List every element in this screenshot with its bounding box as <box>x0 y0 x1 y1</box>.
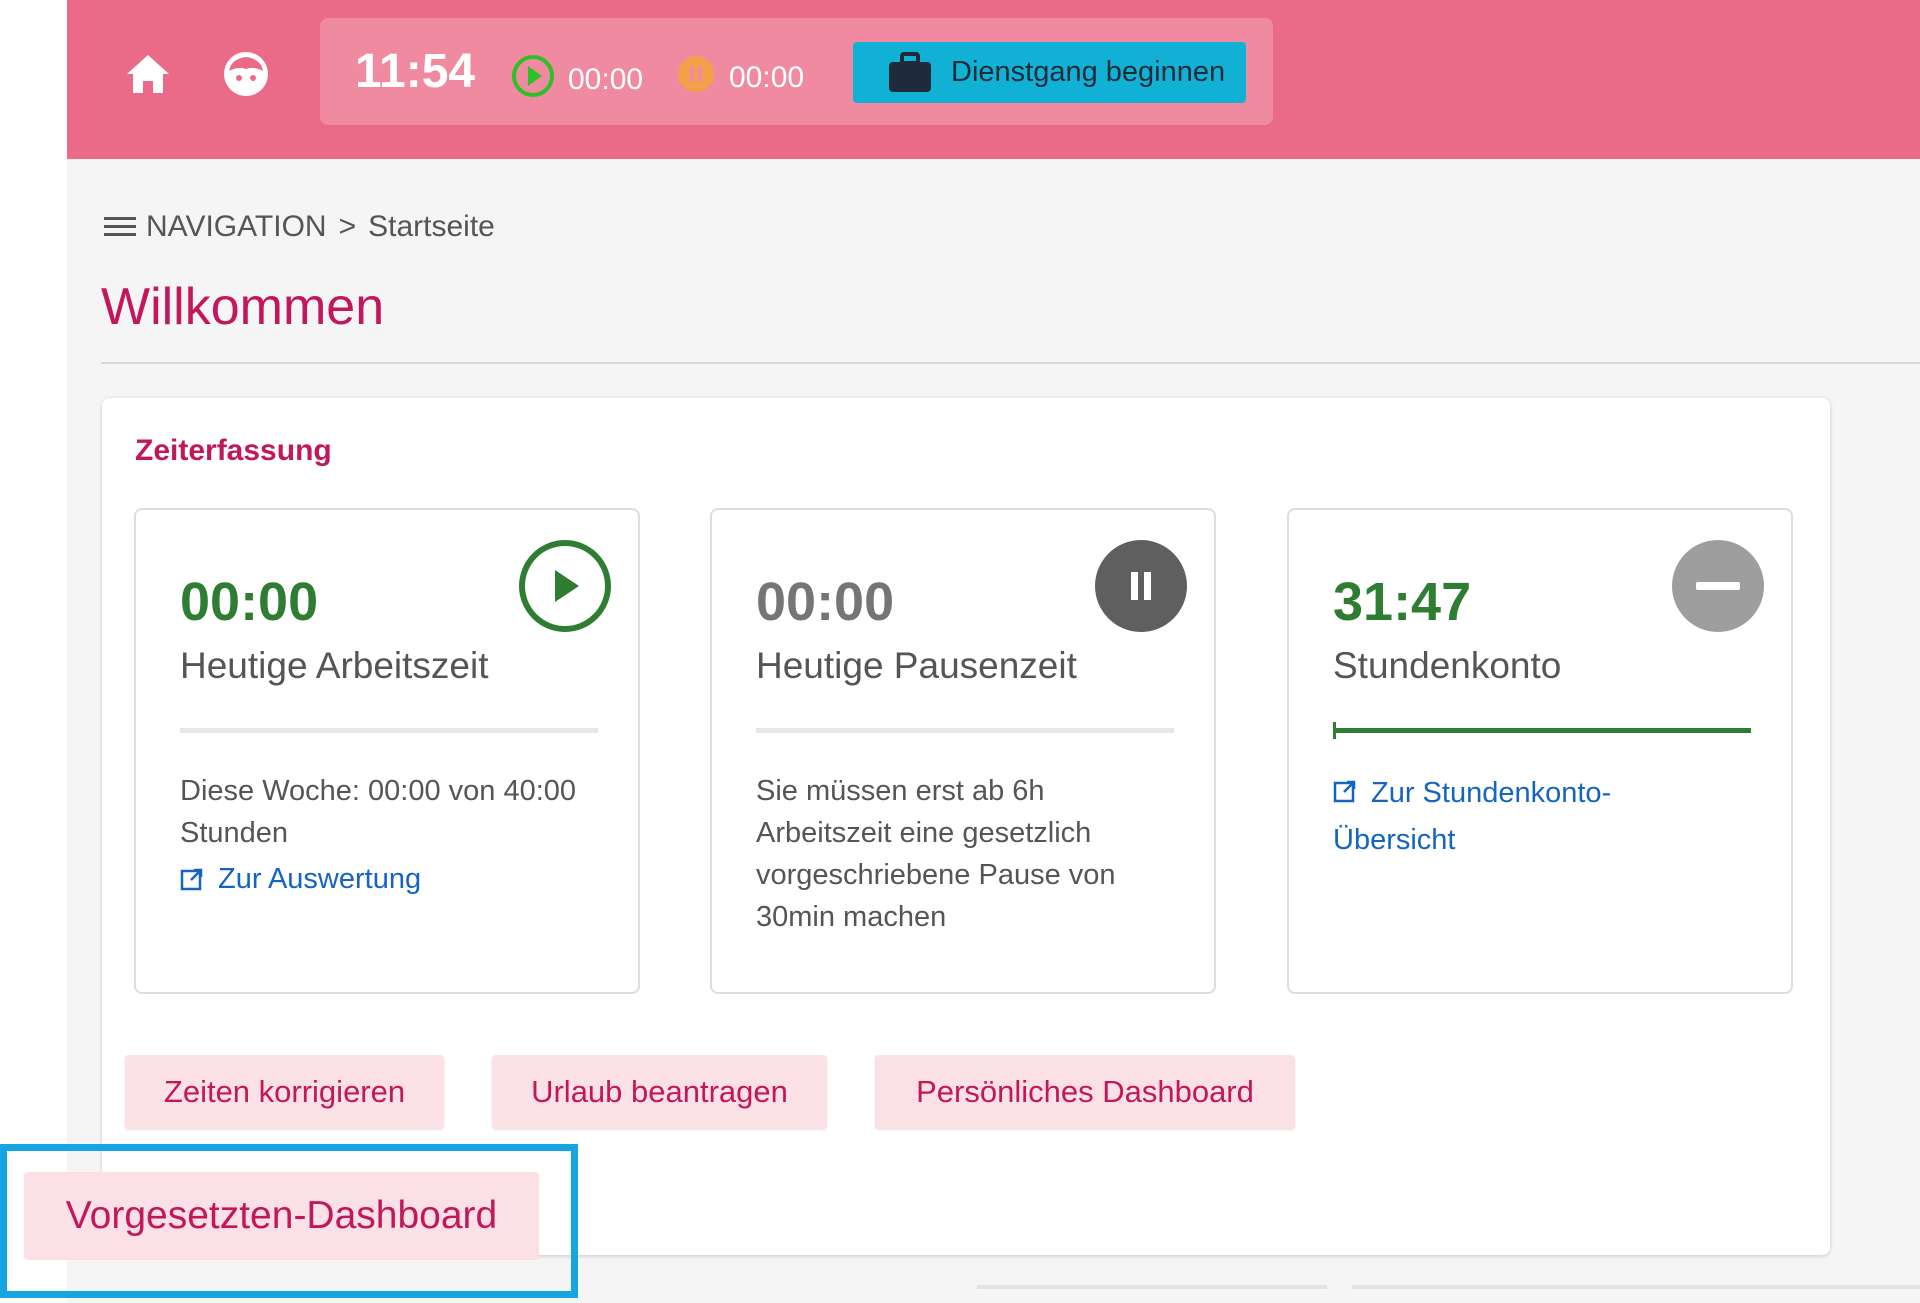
play-icon[interactable] <box>519 540 611 632</box>
home-icon[interactable] <box>120 46 176 102</box>
hours-account-bar <box>1333 722 1751 739</box>
clock: 11:54 <box>355 45 476 98</box>
external-link-icon <box>1333 771 1357 817</box>
hours-account-tile: 31:47 Stundenkonto Zur Stundenkonto-Über… <box>1287 508 1793 994</box>
divider <box>1352 1285 1920 1289</box>
navigation-label: NAVIGATION <box>146 210 327 243</box>
break-time-tile: 00:00 Heutige Pausenzeit Sie müssen erst… <box>710 508 1216 994</box>
breadcrumb: NAVIGATION > Startseite <box>104 210 495 244</box>
pause-timer: 00:00 <box>675 53 804 103</box>
work-time-desc-block: Diese Woche: 00:00 von 40:00 Stunden Zur… <box>180 770 610 900</box>
top-bar: 11:54 00:00 00:00 Dienstgang beginnen <box>67 0 1920 159</box>
pause-timer-value: 00:00 <box>729 61 805 94</box>
navigation-toggle[interactable]: NAVIGATION <box>104 210 327 244</box>
status-panel: 11:54 00:00 00:00 Dienstgang beginnen <box>320 18 1273 125</box>
start-business-trip-label: Dienstgang beginnen <box>951 56 1226 88</box>
divider <box>977 1285 1327 1289</box>
time-tracking-card: Zeiterfassung 00:00 Heutige Arbeitszeit … <box>102 398 1830 1255</box>
briefcase-icon <box>887 51 933 94</box>
break-time-value: 00:00 <box>756 572 895 632</box>
breadcrumb-separator: > <box>338 210 357 243</box>
start-business-trip-button[interactable]: Dienstgang beginnen <box>853 42 1246 103</box>
pause-circle-icon <box>675 53 717 103</box>
card-title: Zeiterfassung <box>135 434 332 467</box>
menu-icon <box>104 215 136 239</box>
page-title: Willkommen <box>101 278 385 336</box>
tile-divider <box>756 728 1174 733</box>
supervisor-dashboard-button[interactable]: Vorgesetzten-Dashboard <box>24 1172 539 1260</box>
hours-account-link-label: Zur Stundenkonto-Übersicht <box>1333 777 1612 857</box>
personal-dashboard-button[interactable]: Persönliches Dashboard <box>875 1055 1295 1129</box>
app-root: 11:54 00:00 00:00 Dienstgang beginnen NA… <box>67 0 1920 1303</box>
weekly-hours-text: Diese Woche: 00:00 von 40:00 Stunden <box>180 775 577 849</box>
divider <box>101 362 1920 364</box>
face-icon[interactable] <box>218 46 274 102</box>
work-timer-value: 00:00 <box>568 63 644 96</box>
work-time-value: 00:00 <box>180 572 319 632</box>
correct-times-button[interactable]: Zeiten korrigieren <box>125 1055 444 1129</box>
work-time-tile: 00:00 Heutige Arbeitszeit Diese Woche: 0… <box>134 508 640 994</box>
evaluation-link[interactable]: Zur Auswertung <box>180 858 610 900</box>
pause-icon[interactable] <box>1095 540 1187 632</box>
hours-account-label: Stundenkonto <box>1333 645 1562 686</box>
external-link-icon <box>180 867 204 891</box>
play-circle-icon <box>510 53 556 107</box>
request-vacation-button[interactable]: Urlaub beantragen <box>492 1055 827 1129</box>
work-timer: 00:00 <box>510 53 643 107</box>
hours-account-desc-block: Zur Stundenkonto-Übersicht <box>1333 770 1763 863</box>
break-time-label: Heutige Pausenzeit <box>756 645 1077 686</box>
hours-account-link[interactable]: Zur Stundenkonto-Übersicht <box>1333 770 1673 863</box>
minus-icon[interactable] <box>1672 540 1764 632</box>
break-rule-text: Sie müssen erst ab 6h Arbeitszeit eine g… <box>756 775 1116 933</box>
breadcrumb-current: Startseite <box>368 210 495 243</box>
work-time-label: Heutige Arbeitszeit <box>180 645 489 686</box>
evaluation-link-label: Zur Auswertung <box>218 863 422 895</box>
tile-divider <box>180 728 598 733</box>
hours-account-value: 31:47 <box>1333 572 1472 632</box>
